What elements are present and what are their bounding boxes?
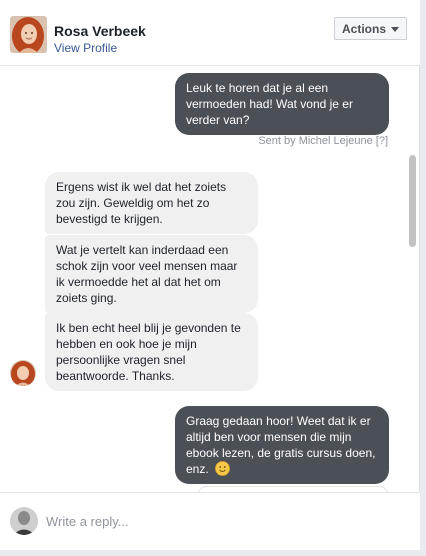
sent-by-text: Sent by Michel Lejeune (258, 135, 373, 147)
smiley-icon (215, 461, 230, 476)
scrollbar-thumb[interactable] (409, 155, 416, 247)
message-text: Ergens wist ik wel dat het zoiets zou zi… (56, 180, 227, 226)
reply-composer (0, 492, 420, 550)
message-bubble-incoming: Ergens wist ik wel dat het zoiets zou zi… (45, 172, 258, 234)
message-thread[interactable]: Leuk te horen dat je al een vermoeden ha… (0, 67, 420, 492)
actions-label: Actions (341, 21, 386, 36)
message-text: Leuk te horen dat je al een vermoeden ha… (186, 81, 353, 127)
reply-input[interactable] (46, 511, 386, 531)
message-bubble-incoming: Ik ben echt heel blij je gevonden te heb… (45, 313, 258, 391)
message-bubble-outgoing: Leuk te horen dat je al een vermoeden ha… (175, 73, 389, 135)
view-profile-link[interactable]: View Profile (54, 41, 117, 55)
contact-avatar-small[interactable] (10, 360, 36, 386)
message-text: Wat je vertelt kan inderdaad een schok z… (56, 243, 238, 305)
contact-avatar[interactable] (10, 16, 47, 53)
message-bubble-outgoing: Graag gedaan hoor! Weet dat ik er altijd… (175, 406, 389, 484)
caret-down-icon (391, 26, 399, 32)
message-text: Ik ben echt heel blij je gevonden te heb… (56, 321, 241, 383)
message-bubble-incoming: Wat je vertelt kan inderdaad een schok z… (45, 235, 258, 313)
contact-name: Rosa Verbeek (54, 23, 146, 39)
conversation-panel: Rosa Verbeek View Profile Actions Leuk t… (0, 0, 420, 550)
conversation-header: Rosa Verbeek View Profile Actions (0, 0, 420, 66)
help-link[interactable]: [?] (376, 135, 388, 147)
sent-by-label: Sent by Michel Lejeune [?] (258, 135, 388, 147)
actions-dropdown-button[interactable]: Actions (334, 17, 407, 40)
user-avatar (10, 507, 38, 535)
